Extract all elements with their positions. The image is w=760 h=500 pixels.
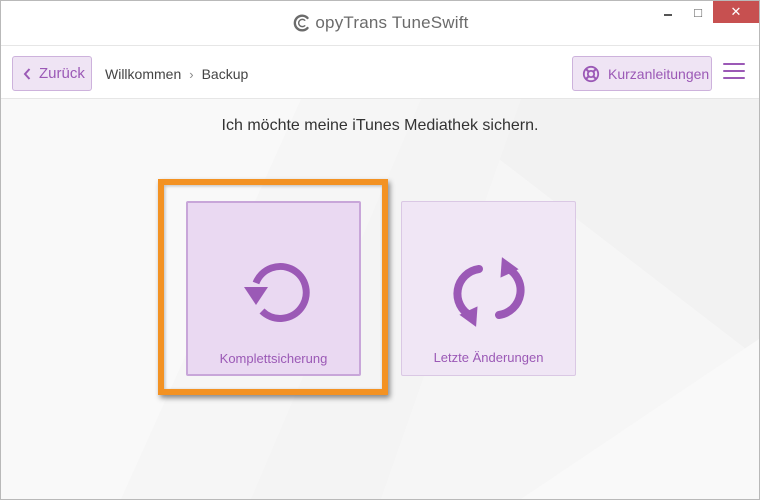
latest-changes-option[interactable]: Letzte Änderungen (401, 201, 576, 376)
window-controls: □ ✕ (653, 1, 759, 23)
quick-guides-label: Kurzanleitungen (608, 65, 710, 82)
lifebuoy-icon (582, 65, 600, 82)
breadcrumb-item-backup: Backup (201, 66, 249, 82)
menu-icon-bar (723, 70, 745, 72)
breadcrumb-separator: › (189, 66, 194, 82)
nav-bar: Zurück Willkommen › Backup Kurzanleitung… (1, 45, 759, 99)
app-title: opyTrans TuneSwift (1, 12, 759, 34)
sync-arrows-icon (452, 257, 525, 327)
minimize-icon (664, 14, 672, 16)
app-window: opyTrans TuneSwift □ ✕ Zurück Willkommen… (0, 0, 760, 500)
maximize-icon: □ (694, 4, 702, 20)
undo-circle-icon (243, 263, 310, 322)
breadcrumb: Willkommen › Backup (105, 66, 248, 82)
latest-changes-label: Letzte Änderungen (433, 350, 544, 365)
menu-icon-bar (723, 77, 745, 79)
breadcrumb-item-welcome[interactable]: Willkommen (105, 66, 181, 82)
app-title-text: opyTrans TuneSwift (315, 13, 469, 32)
back-button-label: Zurück (39, 65, 85, 82)
quick-guides-button[interactable]: Kurzanleitungen (572, 56, 712, 91)
hamburger-menu-button[interactable] (723, 63, 747, 83)
full-backup-label: Komplettsicherung (219, 351, 328, 366)
chevron-left-icon (23, 67, 31, 80)
full-backup-option[interactable]: Komplettsicherung (186, 201, 361, 376)
title-bar: opyTrans TuneSwift □ ✕ (1, 1, 759, 45)
main-content: Ich möchte meine iTunes Mediathek sicher… (1, 99, 759, 499)
page-heading: Ich möchte meine iTunes Mediathek sicher… (221, 117, 539, 134)
copytrans-logo-icon (294, 14, 310, 32)
maximize-button[interactable]: □ (683, 1, 713, 23)
back-button[interactable]: Zurück (12, 56, 92, 91)
minimize-button[interactable] (653, 1, 683, 23)
close-button[interactable]: ✕ (713, 1, 759, 23)
menu-icon-bar (723, 63, 745, 65)
close-icon: ✕ (730, 4, 742, 19)
